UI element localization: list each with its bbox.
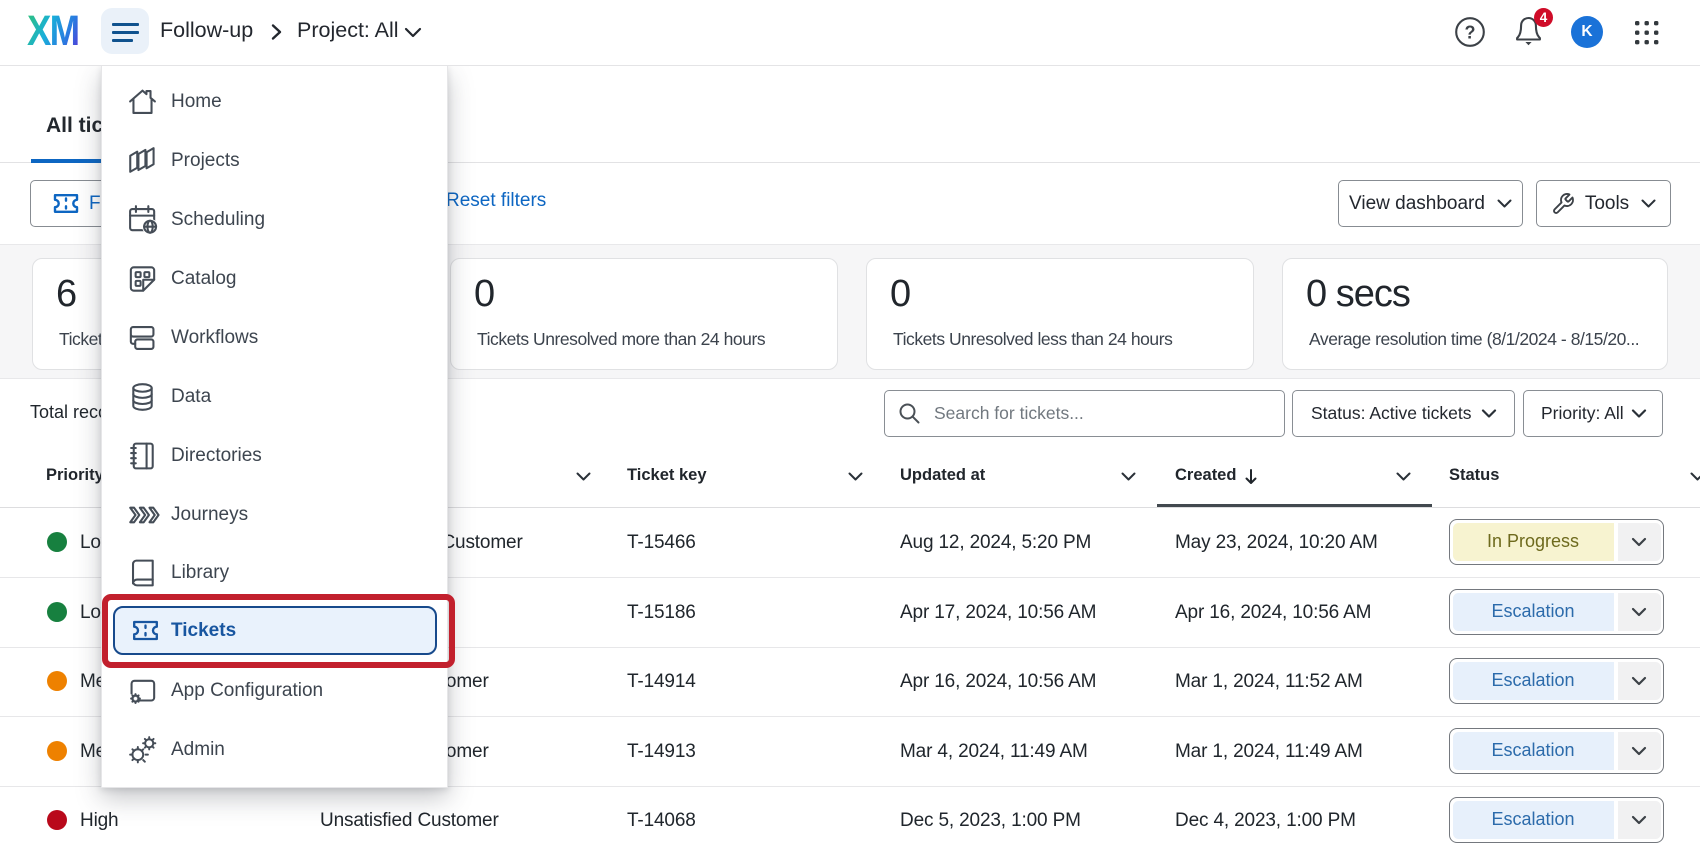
svg-text:?: ? <box>1465 23 1476 43</box>
